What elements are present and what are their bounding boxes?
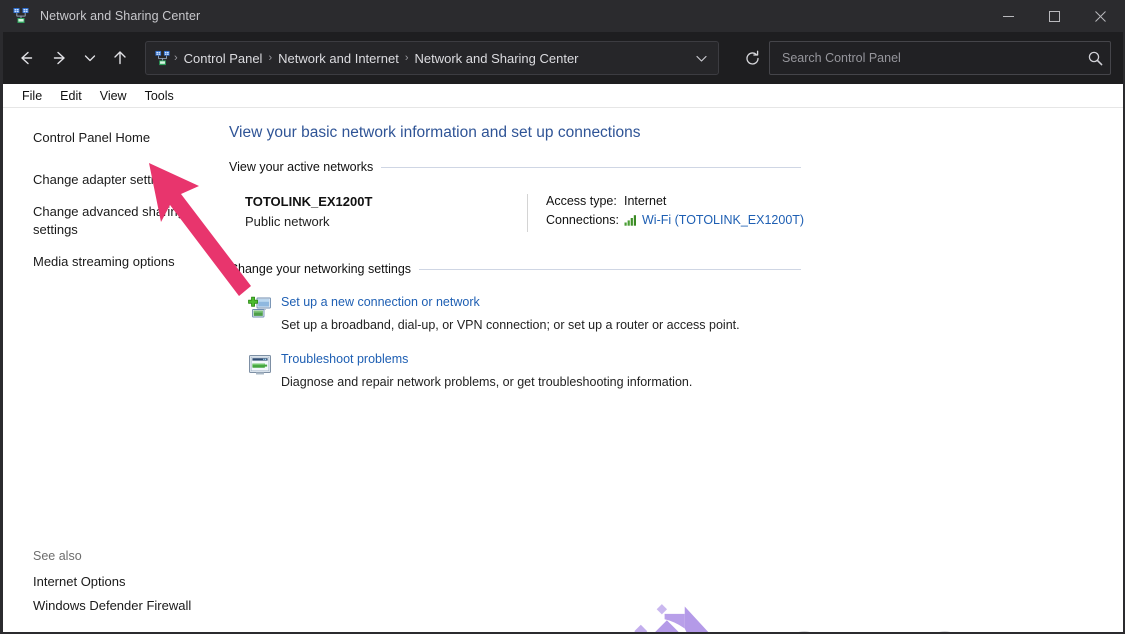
sidebar-item-change-advanced-sharing-settings[interactable]: Change advanced sharing settings [3,200,225,242]
section-title-active-networks: View your active networks [229,160,374,174]
menu-item-tools[interactable]: Tools [136,87,183,105]
howto-watermark-text: HOWTO [737,624,969,633]
task-set-up-new-connection[interactable]: Set up a new connection or network Set u… [225,294,1123,333]
troubleshoot-icon [249,355,271,375]
see-also-section: See also Internet Options Windows Defend… [3,549,225,618]
active-networks-block: TOTOLINK_EX1200T Public network Access t… [225,194,1123,232]
sidebar-item-change-adapter-settings[interactable]: Change adapter settings [3,168,225,192]
link-set-up-new-connection[interactable]: Set up a new connection or network [281,294,740,310]
arrow-up-icon [114,51,126,65]
refresh-button[interactable] [735,41,769,75]
forward-button[interactable] [43,41,77,75]
connections-label: Connections: [546,213,619,227]
network-sharing-icon [13,8,29,23]
active-network-identity: TOTOLINK_EX1200T Public network [245,194,527,232]
page-title: View your basic network information and … [229,124,641,141]
howto-watermark: HOWTO [628,595,969,633]
window-title: Network and Sharing Center [40,9,201,23]
search-icon[interactable] [1087,50,1104,67]
breadcrumb-control-panel[interactable]: Control Panel [179,49,268,68]
up-button[interactable] [103,41,137,75]
task-text-group: Set up a new connection or network Set u… [281,294,740,333]
breadcrumb-network-and-internet[interactable]: Network and Internet [273,49,404,68]
menu-item-edit[interactable]: Edit [51,87,91,105]
menu-item-view[interactable]: View [91,87,136,105]
network-profile-type: Public network [245,214,330,229]
navigation-bar: › Control Panel › Network and Internet ›… [3,32,1123,84]
search-input[interactable] [780,50,1087,66]
sidebar-item-media-streaming-options[interactable]: Media streaming options [3,250,225,274]
wifi-signal-icon [624,214,638,226]
address-bar[interactable]: › Control Panel › Network and Internet ›… [145,41,719,75]
title-bar: Network and Sharing Center [3,0,1123,32]
see-also-item-windows-defender-firewall[interactable]: Windows Defender Firewall [3,594,225,618]
menu-item-file[interactable]: File [13,87,51,105]
desc-set-up-new-connection: Set up a broadband, dial-up, or VPN conn… [281,318,740,332]
desc-troubleshoot-problems: Diagnose and repair network problems, or… [281,375,693,389]
section-rule [381,166,801,168]
window-controls [985,0,1123,32]
search-box[interactable] [769,41,1111,75]
network-sharing-icon [155,50,170,65]
vertical-divider [527,194,528,232]
sidebar: Control Panel Home Change adapter settin… [3,108,225,632]
refresh-icon [745,50,759,65]
task-troubleshoot-problems[interactable]: Troubleshoot problems Diagnose and repai… [225,351,1123,390]
active-network-details: Access type: Internet Connections: Wi-Fi… [546,194,804,232]
minimize-button[interactable] [985,0,1031,32]
access-type-label: Access type: [546,194,617,208]
howto-logo-icon [634,604,709,632]
back-button[interactable] [9,41,43,75]
change-networking-settings-block: Change your networking settings Set up a… [225,262,1123,390]
arrow-right-icon [53,51,65,65]
maximize-button[interactable] [1031,0,1077,32]
connection-link-wifi[interactable]: Wi-Fi (TOTOLINK_EX1200T) [642,213,804,227]
address-dropdown-button[interactable] [688,44,714,72]
chevron-down-icon [695,55,707,62]
sidebar-item-control-panel-home[interactable]: Control Panel Home [3,126,225,150]
arrow-left-icon [21,51,33,65]
section-change-networking-settings: Change your networking settings [225,262,1123,276]
access-type-row: Access type: Internet [546,194,804,208]
breadcrumb-separator: › [174,52,178,64]
section-rule [419,268,801,270]
section-title-change-settings: Change your networking settings [229,262,412,276]
see-also-item-internet-options[interactable]: Internet Options [3,570,225,594]
new-connection-icon [248,296,271,318]
close-button[interactable] [1077,0,1123,32]
task-text-group: Troubleshoot problems Diagnose and repai… [281,351,692,390]
recent-locations-button[interactable] [77,41,103,75]
see-also-title: See also [33,549,82,563]
content-area: Control Panel Home Change adapter settin… [3,108,1123,633]
menu-bar: File Edit View Tools [3,84,1123,108]
connections-row: Connections: Wi-Fi (TOTOLINK_EX1200T) [546,213,804,227]
breadcrumb-network-and-sharing-center[interactable]: Network and Sharing Center [409,49,583,68]
control-panel-window: Network and Sharing Center › Control Pan… [0,0,1125,634]
access-type-value: Internet [624,194,667,208]
main-pane: View your basic network information and … [225,108,1123,633]
section-view-active-networks: View your active networks [225,160,1123,174]
chevron-down-icon [84,55,96,62]
link-troubleshoot-problems[interactable]: Troubleshoot problems [281,351,692,367]
network-name: TOTOLINK_EX1200T [245,194,373,209]
